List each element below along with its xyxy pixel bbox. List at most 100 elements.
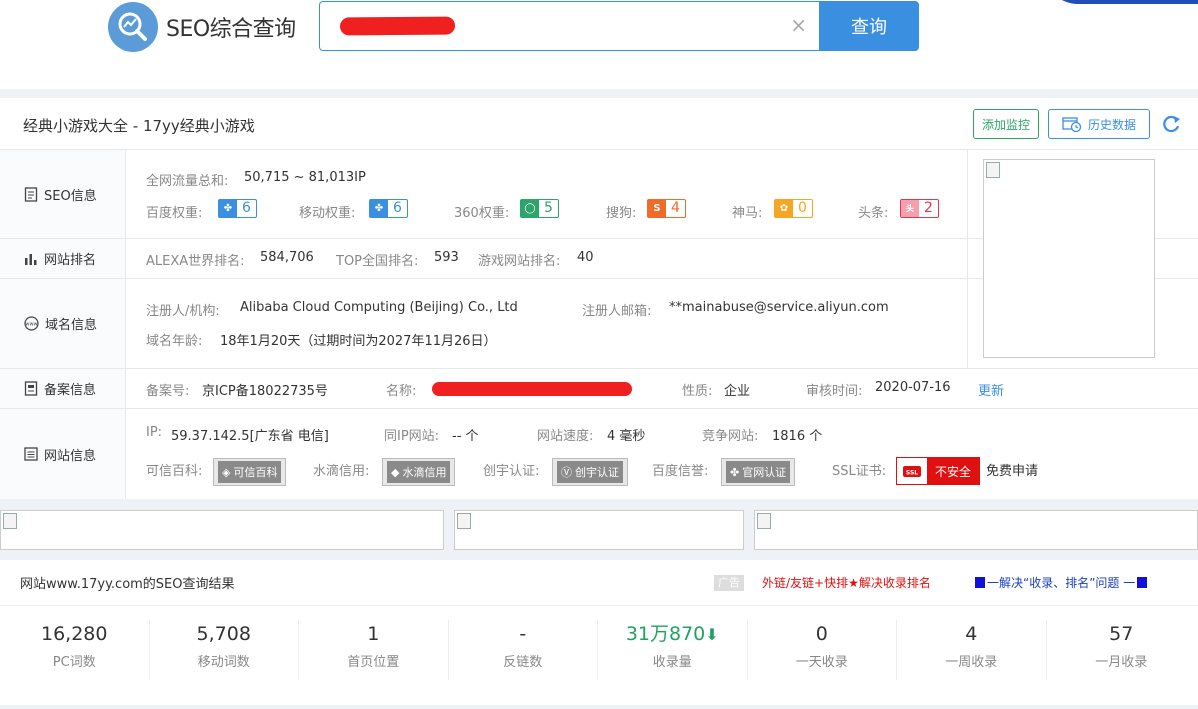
shenma-rank-label: 神马:	[732, 206, 763, 221]
domain-age-value: 18年1月20天（过期时间为2027年11月26日）	[220, 334, 497, 349]
360-icon: ◯	[521, 200, 539, 217]
stat-mobile-keywords[interactable]: 5,708 移动词数	[150, 620, 299, 680]
baidu-rank-label: 百度权重:	[146, 206, 203, 221]
record-book-icon	[24, 381, 38, 396]
competitor-label: 竞争网站:	[702, 429, 759, 444]
baidu-rank-badge[interactable]: ✤ 6	[218, 199, 257, 218]
sogou-rank-label: 搜狗:	[606, 206, 637, 221]
logo-text: SEO综合查询	[166, 17, 296, 42]
beian-info-row: 备案信息 备案号: 京ICP备18022735号 名称: 性质: 企业 审核时间…	[0, 369, 1198, 409]
search-input[interactable]: ×	[319, 1, 819, 51]
game-rank-value[interactable]: 40	[577, 250, 594, 265]
search-button[interactable]: 查询	[819, 1, 919, 51]
ssl-free-apply-link[interactable]: 免费申请	[986, 460, 1038, 479]
beian-info-label: 备案信息	[0, 369, 126, 408]
registrant-value: Alibaba Cloud Computing (Beijing) Co., L…	[240, 300, 518, 315]
site-thumbnail[interactable]	[983, 159, 1155, 358]
stat-month-indexed[interactable]: 57 一月收录	[1047, 620, 1197, 680]
seo-results-panel: 网站www.17yy.com的SEO查询结果 广告 外链/友链+快排★解决收录排…	[0, 560, 1198, 705]
stats-row: 16,280 PC词数 5,708 移动词数 1 首页位置 - 反链数 31万8…	[0, 620, 1198, 680]
ssl-insecure-badge[interactable]: SSL 不安全	[896, 457, 981, 485]
seo-logo-icon	[108, 2, 158, 52]
mobile-rank-badge[interactable]: ✤ 6	[369, 199, 408, 218]
toutiao-icon: 头	[901, 200, 919, 217]
bar-chart-icon	[25, 253, 37, 265]
top-header: SEO综合查询 × 查询	[0, 0, 1198, 89]
beian-number-value[interactable]: 京ICP备18022735号	[202, 380, 328, 399]
baidu-paw-icon: ✤	[730, 465, 740, 479]
redacted-name-value	[432, 382, 632, 396]
competitor-value[interactable]: 1816 个	[772, 425, 822, 444]
history-data-button[interactable]: 历史数据	[1048, 109, 1150, 139]
stat-pc-keywords[interactable]: 16,280 PC词数	[0, 620, 150, 680]
sogou-rank-badge[interactable]: S 4	[647, 199, 686, 218]
stat-week-indexed[interactable]: 4 一周收录	[897, 620, 1047, 680]
toutiao-rank-label: 头条:	[858, 206, 889, 221]
beian-audit-value: 2020-07-16	[875, 380, 951, 395]
shuidi-badge[interactable]: ◆ 水滴信用	[382, 458, 456, 486]
ad-banner-2[interactable]	[454, 510, 744, 550]
square-icon	[1137, 577, 1148, 588]
ad-banner-1[interactable]	[0, 510, 444, 550]
clear-icon[interactable]: ×	[790, 15, 807, 35]
site-info-row: 网站信息 IP: 59.37.142.5[广东省 电信] 同IP网站: -- 个…	[0, 409, 1198, 499]
chuangyu-label: 创宇认证:	[483, 464, 540, 479]
divider	[967, 150, 968, 369]
svg-text:SSL: SSL	[906, 470, 918, 477]
stat-backlinks[interactable]: - 反链数	[449, 620, 598, 680]
beian-nature-value: 企业	[724, 384, 751, 399]
site-logo[interactable]: SEO综合查询	[108, 2, 296, 52]
mobile-rank-label: 移动权重:	[299, 206, 356, 221]
same-ip-value[interactable]: -- 个	[452, 425, 479, 444]
update-link[interactable]: 更新	[978, 380, 1004, 399]
add-monitor-button[interactable]: 添加监控	[973, 109, 1039, 139]
site-title: 经典小游戏大全 - 17yy经典小游戏	[23, 117, 255, 135]
baidu-official-badge[interactable]: ✤ 官网认证	[721, 458, 796, 486]
arrow-down-icon: ⬇	[705, 625, 719, 644]
shield-icon: ◈	[222, 465, 231, 479]
registrant-label: 注册人/机构:	[146, 304, 220, 319]
toutiao-rank-badge[interactable]: 头 2	[900, 199, 939, 218]
site-info-label: 网站信息	[0, 409, 126, 499]
traffic-label: 全网流量总和:	[146, 174, 229, 189]
shenma-rank-badge[interactable]: ✿ 0	[774, 199, 813, 218]
kexin-badge[interactable]: ◈ 可信百科	[213, 458, 287, 486]
alexa-value[interactable]: 584,706	[260, 250, 314, 265]
same-ip-label: 同IP网站:	[384, 429, 440, 444]
360-rank-badge[interactable]: ◯ 5	[520, 199, 559, 218]
beian-name-label: 名称:	[386, 384, 417, 399]
site-speed-value: 4 毫秒	[607, 429, 646, 444]
ip-value[interactable]: 59.37.142.5[广东省 电信]	[171, 425, 329, 444]
ssl-label: SSL证书:	[832, 464, 887, 479]
refresh-icon[interactable]	[1160, 113, 1182, 135]
broken-image-icon	[986, 162, 1000, 178]
stat-home-position[interactable]: 1 首页位置	[299, 620, 449, 680]
top-rank-value[interactable]: 593	[434, 250, 459, 265]
redacted-search-text	[339, 16, 456, 36]
ad-banner-3[interactable]	[754, 510, 1198, 550]
card-header: 经典小游戏大全 - 17yy经典小游戏 添加监控 历史数据	[0, 98, 1198, 150]
top-rank-label: TOP全国排名:	[336, 254, 419, 269]
ad-link-indexing[interactable]: 一解决“收录、排名”问题 一	[975, 574, 1148, 591]
chuangyu-badge[interactable]: Ⓥ 创宇认证	[552, 458, 628, 486]
beian-audit-label: 审核时间:	[806, 384, 863, 399]
decorative-arc	[1044, 0, 1198, 4]
ad-tag: 广告	[714, 575, 744, 591]
stat-indexed-count[interactable]: 31万870⬇ 收录量	[598, 620, 748, 680]
broken-image-icon	[757, 513, 771, 529]
document-icon	[24, 186, 38, 202]
results-header: 网站www.17yy.com的SEO查询结果 广告 外链/友链+快排★解决收录排…	[0, 560, 1198, 606]
site-ranking-label: 网站排名	[0, 239, 126, 278]
game-rank-label: 游戏网站排名:	[478, 254, 561, 269]
site-speed-label: 网站速度:	[537, 429, 594, 444]
baidu-paw-icon: ✤	[219, 200, 237, 217]
shenma-icon: ✿	[775, 200, 793, 217]
ad-link-backlinks[interactable]: 外链/友链+快排★解决收录排名	[762, 574, 931, 591]
stat-day-indexed[interactable]: 0 一天收录	[748, 620, 897, 680]
traffic-value: 50,715 ~ 81,013IP	[244, 170, 366, 185]
360-rank-label: 360权重:	[454, 206, 510, 221]
results-title: 网站www.17yy.com的SEO查询结果	[20, 577, 235, 592]
www-globe-icon: www	[24, 316, 39, 331]
list-icon	[24, 447, 38, 461]
ssl-lock-icon: SSL	[897, 458, 927, 484]
